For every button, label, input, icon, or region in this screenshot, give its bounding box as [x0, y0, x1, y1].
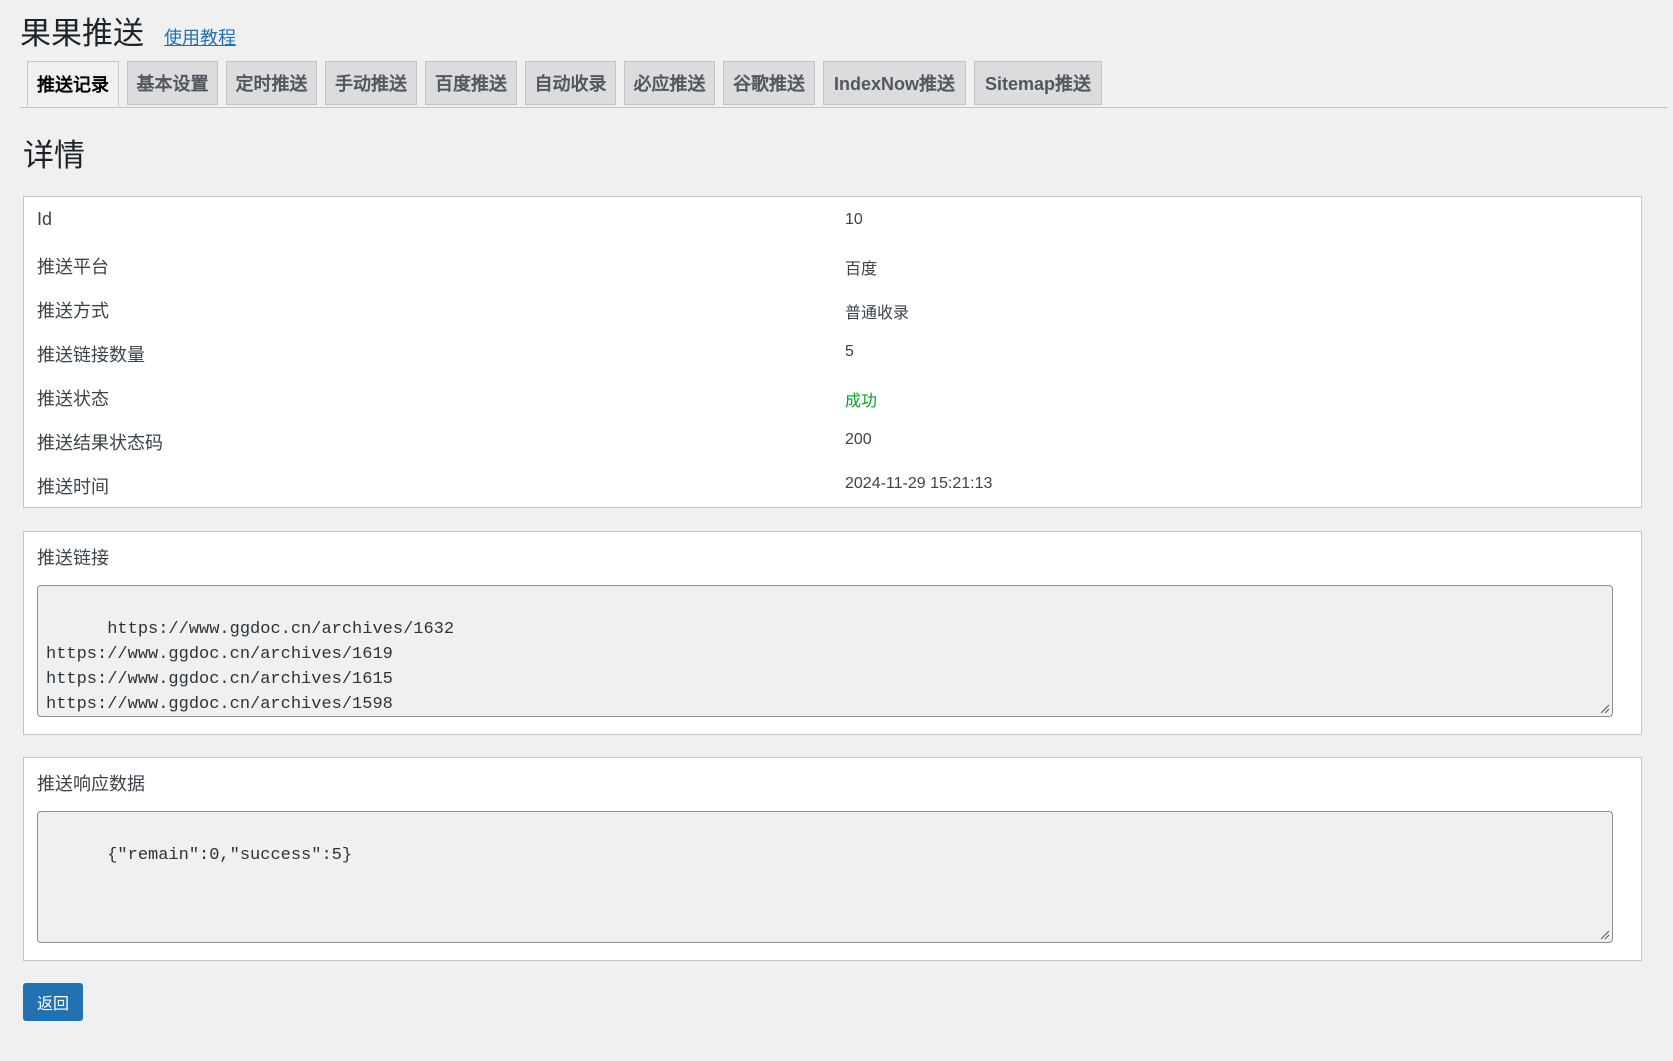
header: 果果推送 使用教程 — [20, 8, 236, 53]
response-label: 推送响应数据 — [37, 774, 145, 794]
tab-indexnow-push[interactable]: IndexNow推送 — [823, 61, 966, 105]
push-links-text: https://www.ggdoc.cn/archives/1632 https… — [46, 620, 455, 714]
detail-value: 百度 — [845, 261, 878, 278]
detail-row-id: Id 10 — [24, 197, 1641, 241]
tab-manual-push[interactable]: 手动推送 — [325, 61, 417, 105]
tab-google-push[interactable]: 谷歌推送 — [723, 61, 815, 105]
detail-row-status: 推送状态 成功 — [24, 373, 1641, 417]
tab-basic-settings[interactable]: 基本设置 — [127, 61, 218, 105]
tab-baidu-push[interactable]: 百度推送 — [425, 61, 517, 105]
push-links-box: 推送链接 https://www.ggdoc.cn/archives/1632 … — [23, 531, 1642, 735]
detail-label: 推送链接数量 — [37, 345, 145, 365]
detail-row-platform: 推送平台 百度 — [24, 241, 1641, 285]
detail-value: 2024-11-29 15:21:13 — [845, 475, 993, 492]
detail-label: Id — [37, 209, 53, 229]
resize-grip-icon[interactable] — [1598, 702, 1610, 714]
status-badge: 成功 — [845, 393, 878, 410]
detail-label: 推送结果状态码 — [37, 433, 163, 453]
detail-value: 5 — [845, 343, 854, 360]
detail-value: 普通收录 — [845, 305, 910, 322]
tab-scheduled-push[interactable]: 定时推送 — [226, 61, 317, 105]
help-link[interactable]: 使用教程 — [164, 24, 236, 50]
detail-value: 10 — [845, 211, 863, 228]
detail-label: 推送平台 — [37, 257, 109, 277]
page-title: 果果推送 — [20, 16, 144, 51]
detail-label: 推送方式 — [37, 301, 109, 321]
detail-row-method: 推送方式 普通收录 — [24, 285, 1641, 329]
detail-row-status-code: 推送结果状态码 200 — [24, 417, 1641, 461]
detail-label: 推送时间 — [37, 477, 109, 497]
tab-push-records[interactable]: 推送记录 — [27, 61, 119, 107]
tab-bar: 推送记录 基本设置 定时推送 手动推送 百度推送 自动收录 必应推送 谷歌推送 … — [20, 61, 1667, 108]
push-links-textarea[interactable]: https://www.ggdoc.cn/archives/1632 https… — [37, 585, 1613, 717]
detail-table: Id 10 推送平台 百度 推送方式 普通收录 推送链接数量 5 推送状态 成功… — [23, 196, 1642, 508]
response-box: 推送响应数据 {"remain":0,"success":5} — [23, 757, 1642, 961]
tab-sitemap-push[interactable]: Sitemap推送 — [974, 61, 1102, 105]
tab-auto-index[interactable]: 自动收录 — [525, 61, 616, 105]
push-links-label: 推送链接 — [37, 548, 109, 568]
resize-grip-icon[interactable] — [1598, 928, 1610, 940]
page: 果果推送 使用教程 推送记录 基本设置 定时推送 手动推送 百度推送 自动收录 … — [0, 0, 1673, 1061]
section-title: 详情 — [23, 138, 85, 173]
detail-row-time: 推送时间 2024-11-29 15:21:13 — [24, 461, 1641, 505]
detail-row-link-count: 推送链接数量 5 — [24, 329, 1641, 373]
tab-bing-push[interactable]: 必应推送 — [624, 61, 715, 105]
detail-label: 推送状态 — [37, 389, 109, 409]
back-button[interactable]: 返回 — [23, 983, 83, 1021]
response-textarea[interactable]: {"remain":0,"success":5} — [37, 811, 1613, 943]
response-text: {"remain":0,"success":5} — [107, 846, 353, 865]
detail-value: 200 — [845, 431, 872, 448]
